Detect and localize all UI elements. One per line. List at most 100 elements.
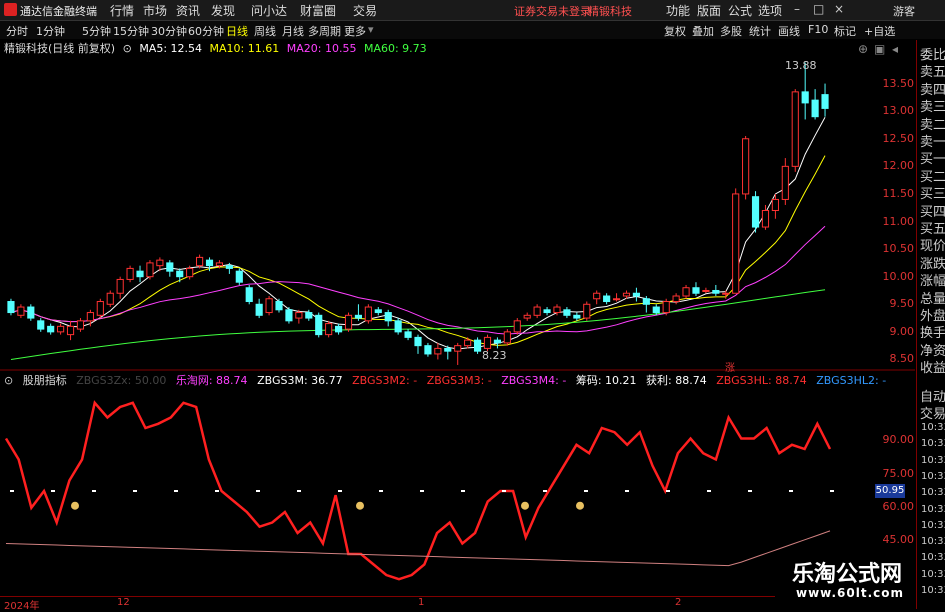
period-multi[interactable]: 多周期 xyxy=(308,23,341,39)
menu-market2[interactable]: 市场 xyxy=(143,2,167,19)
indicator-dot xyxy=(789,490,793,492)
period-5min[interactable]: 5分钟 xyxy=(82,23,111,39)
tool-stats[interactable]: 统计 xyxy=(749,23,771,39)
candle-body xyxy=(593,292,601,300)
minimize-icon[interactable]: – xyxy=(794,2,800,16)
candle-body xyxy=(622,292,631,297)
tool-f10[interactable]: F10 xyxy=(808,23,828,36)
menu-layout[interactable]: 版面 xyxy=(697,2,721,19)
menu-ask[interactable]: 问小达 xyxy=(251,2,287,19)
candle-body xyxy=(285,309,293,322)
period-60min[interactable]: 60分钟 xyxy=(188,23,224,39)
quote-panel-item[interactable]: 买五 xyxy=(920,218,945,237)
candle-body xyxy=(742,138,750,195)
menu-news[interactable]: 资讯 xyxy=(176,2,200,19)
indicator-dot xyxy=(133,490,137,492)
candle-body xyxy=(166,262,174,272)
period-1min[interactable]: 1分钟 xyxy=(36,23,65,39)
period-daily[interactable]: 日线 xyxy=(226,23,248,39)
candle-body xyxy=(275,301,283,311)
quote-panel-item[interactable]: 涨跌 xyxy=(920,253,945,272)
indicator-lelei: 乐淘网: 88.74 xyxy=(175,374,248,387)
maximize-icon[interactable]: □ xyxy=(813,2,824,16)
money-bag-icon xyxy=(576,501,584,510)
trade-time: 10:33 xyxy=(921,568,945,580)
tool-add-watchlist[interactable]: +自选 xyxy=(864,23,895,39)
indicator-m2: ZBGS3M2: - xyxy=(352,374,418,387)
candle-body xyxy=(325,323,333,336)
close-icon[interactable]: × xyxy=(834,2,844,16)
candle-body xyxy=(146,262,154,278)
candle-body xyxy=(662,301,670,314)
date-dec: 12 xyxy=(117,597,130,608)
tool-draw[interactable]: 画线 xyxy=(778,23,800,39)
indicator-gear-icon[interactable]: ⊙ xyxy=(4,374,13,387)
gear-icon[interactable]: ⊙ xyxy=(123,42,132,55)
quote-panel-item[interactable]: 收益 xyxy=(920,357,945,376)
candle-body xyxy=(47,325,55,333)
quote-panel-item[interactable]: 卖四 xyxy=(920,79,945,98)
tool-adjust[interactable]: 复权 xyxy=(664,23,686,39)
period-monthly[interactable]: 月线 xyxy=(282,23,304,39)
period-weekly[interactable]: 周线 xyxy=(254,23,276,39)
menu-market[interactable]: 行情 xyxy=(110,2,134,19)
settings-icon[interactable]: ▣ xyxy=(874,42,885,56)
candle-body xyxy=(503,331,511,344)
menu-formula[interactable]: 公式 xyxy=(728,2,752,19)
period-30min[interactable]: 30分钟 xyxy=(151,23,187,39)
quote-panel-item[interactable]: 卖二 xyxy=(920,114,945,133)
indicator-name[interactable]: 股朋指标 xyxy=(23,374,67,387)
candle-body xyxy=(235,270,243,283)
quote-panel-item[interactable]: 涨幅 xyxy=(920,270,945,289)
indicator-m4: ZBGS3M4: - xyxy=(501,374,567,387)
menu-options[interactable]: 选项 xyxy=(758,2,782,19)
quote-panel-item[interactable]: 卖五 xyxy=(920,61,945,80)
candle-body xyxy=(612,298,621,301)
indicator-hl: ZBGS3HL: 88.74 xyxy=(716,374,807,387)
zoom-icon[interactable]: ⊕ xyxy=(858,42,868,56)
quote-panel-item[interactable]: 买三 xyxy=(920,183,945,202)
tool-multi[interactable]: 多股 xyxy=(720,23,742,39)
candle-body xyxy=(305,312,313,319)
ma10-line xyxy=(10,155,826,346)
quote-panel-item[interactable]: 卖一 xyxy=(920,131,945,150)
quote-panel-item[interactable]: 总量 xyxy=(920,288,945,307)
period-timeshare[interactable]: 分时 xyxy=(6,23,28,39)
quote-panel-item[interactable]: 委比 xyxy=(920,44,945,63)
candle-body xyxy=(732,193,740,294)
trade-login-notice[interactable]: 证券交易未登录 xyxy=(514,3,591,19)
quote-panel-item[interactable]: 交易 xyxy=(920,403,945,422)
menu-discover[interactable]: 发现 xyxy=(211,2,235,19)
menu-wealth[interactable]: 财富圈 xyxy=(300,2,336,19)
price-axis-label: 9.00 xyxy=(889,324,915,338)
collapse-icon[interactable]: ◂ xyxy=(892,42,898,56)
candle-body xyxy=(543,309,551,314)
user-label[interactable]: 游客 xyxy=(893,3,915,19)
indicator-red-line xyxy=(4,400,832,581)
date-2024: 2024年 xyxy=(4,601,40,612)
candle-body xyxy=(205,259,214,267)
quote-panel-item[interactable]: 换手 xyxy=(920,322,945,341)
quote-panel-item[interactable]: 买二 xyxy=(920,166,945,185)
quote-panel-item[interactable]: 现价 xyxy=(920,235,945,254)
quote-panel-item[interactable]: 买四 xyxy=(920,201,945,220)
candle-body xyxy=(384,312,392,322)
chevron-down-icon[interactable]: ▾ xyxy=(368,23,374,36)
quote-panel-item[interactable]: 净资 xyxy=(920,340,945,359)
period-15min[interactable]: 15分钟 xyxy=(113,23,149,39)
indicator-zx: ZBGS3Zx: 50.00 xyxy=(76,374,167,387)
period-more[interactable]: 更多 xyxy=(344,23,366,39)
tool-mark[interactable]: 标记 xyxy=(834,23,856,39)
candle-body xyxy=(96,301,104,316)
quote-panel-item[interactable]: 卖三 xyxy=(920,96,945,115)
quote-panel-item[interactable]: 外盘 xyxy=(920,305,945,324)
candle-body xyxy=(573,314,581,319)
quote-panel-item[interactable]: 买一 xyxy=(920,148,945,167)
menu-trade[interactable]: 交易 xyxy=(353,2,377,19)
menu-function[interactable]: 功能 xyxy=(666,2,690,19)
money-bag-icon xyxy=(521,501,529,510)
low-price-label: 8.23 xyxy=(482,349,507,362)
indicator-dot xyxy=(256,490,260,492)
kline-chart[interactable] xyxy=(0,56,915,596)
tool-overlay[interactable]: 叠加 xyxy=(692,23,714,39)
